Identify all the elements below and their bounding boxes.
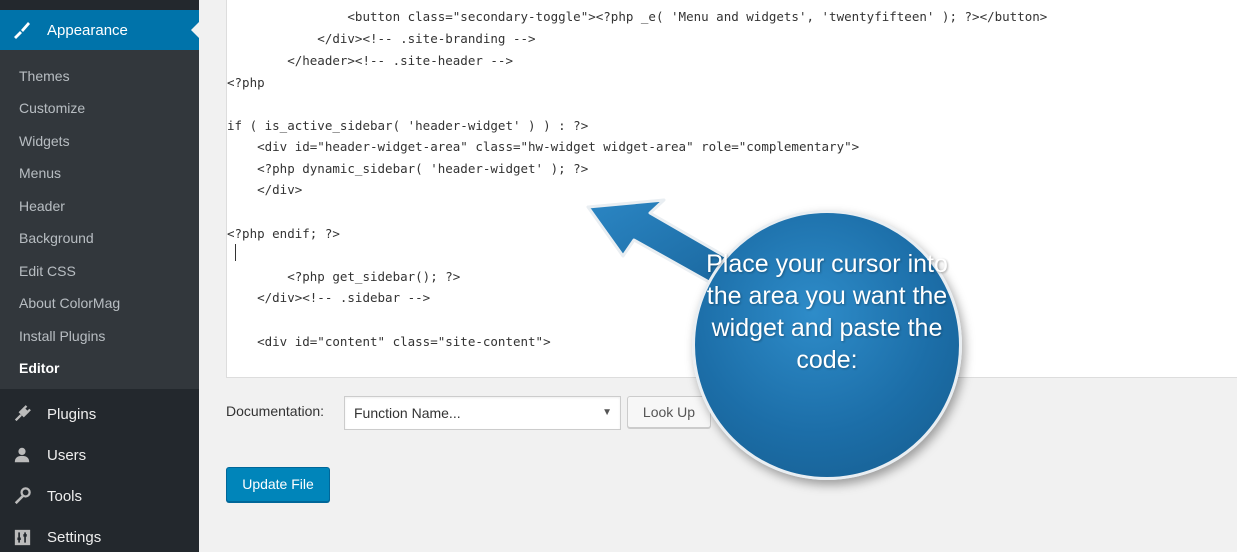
menu-appearance[interactable]: Appearance <box>0 10 199 50</box>
code-line: </div><!-- .site-branding --> <box>227 31 536 46</box>
code-line: <?php <box>227 75 265 90</box>
submenu-item-edit-css[interactable]: Edit CSS <box>19 260 76 282</box>
update-file-button[interactable]: Update File <box>226 467 330 502</box>
menu-settings[interactable]: Settings <box>0 517 199 552</box>
menu-users-label: Users <box>47 446 87 464</box>
code-line: if ( is_active_sidebar( 'header-widget' … <box>227 118 589 133</box>
menu-plugins-label: Plugins <box>47 405 97 423</box>
submenu-item-background[interactable]: Background <box>19 227 94 249</box>
text-cursor <box>235 244 236 261</box>
code-line: <button class="secondary-toggle"><?php _… <box>227 9 1048 24</box>
code-line: <?php dynamic_sidebar( 'header-widget' )… <box>227 161 589 176</box>
submenu-item-install-plugins[interactable]: Install Plugins <box>19 325 105 347</box>
dropdown-arrow-icon: ▼ <box>602 407 612 418</box>
documentation-label: Documentation: <box>226 403 325 419</box>
code-line: <div id="header-widget-area" class="hw-w… <box>227 139 860 154</box>
users-icon <box>12 445 32 465</box>
code-line: </div> <box>227 182 303 197</box>
menu-appearance-label: Appearance <box>47 21 128 39</box>
submenu-item-editor[interactable]: Editor <box>19 357 59 379</box>
submenu-item-header[interactable]: Header <box>19 195 65 217</box>
tools-icon <box>12 486 32 506</box>
menu-users[interactable]: Users <box>0 435 199 475</box>
code-line: <div id="content" class="site-content"> <box>227 334 551 349</box>
submenu-item-customize[interactable]: Customize <box>19 97 85 119</box>
admin-sidebar: Appearance Themes Customize Widgets Menu… <box>0 0 199 552</box>
menu-tools[interactable]: Tools <box>0 476 199 516</box>
code-line: </div><!-- .sidebar --> <box>227 290 431 305</box>
submenu-item-widgets[interactable]: Widgets <box>19 130 70 152</box>
code-line: </header><!-- .site-header --> <box>227 53 513 68</box>
plugins-icon <box>12 404 32 424</box>
menu-plugins[interactable]: Plugins <box>0 394 199 434</box>
code-line: <?php endif; ?> <box>227 226 340 241</box>
documentation-select[interactable]: Function Name... ▼ <box>344 396 621 430</box>
submenu-item-menus[interactable]: Menus <box>19 162 61 184</box>
submenu-item-about-colormag[interactable]: About ColorMag <box>19 292 120 314</box>
annotation-text: Place your cursor into the area you want… <box>706 250 948 374</box>
documentation-select-value: Function Name... <box>354 405 461 421</box>
code-line: <?php get_sidebar(); ?> <box>227 269 461 284</box>
submenu-item-themes[interactable]: Themes <box>19 65 70 87</box>
look-up-button[interactable]: Look Up <box>627 396 711 428</box>
settings-icon <box>12 527 32 547</box>
appearance-submenu: Themes Customize Widgets Menus Header Ba… <box>0 50 199 389</box>
appearance-icon <box>12 20 32 40</box>
menu-tools-label: Tools <box>47 487 83 505</box>
menu-settings-label: Settings <box>47 528 102 546</box>
